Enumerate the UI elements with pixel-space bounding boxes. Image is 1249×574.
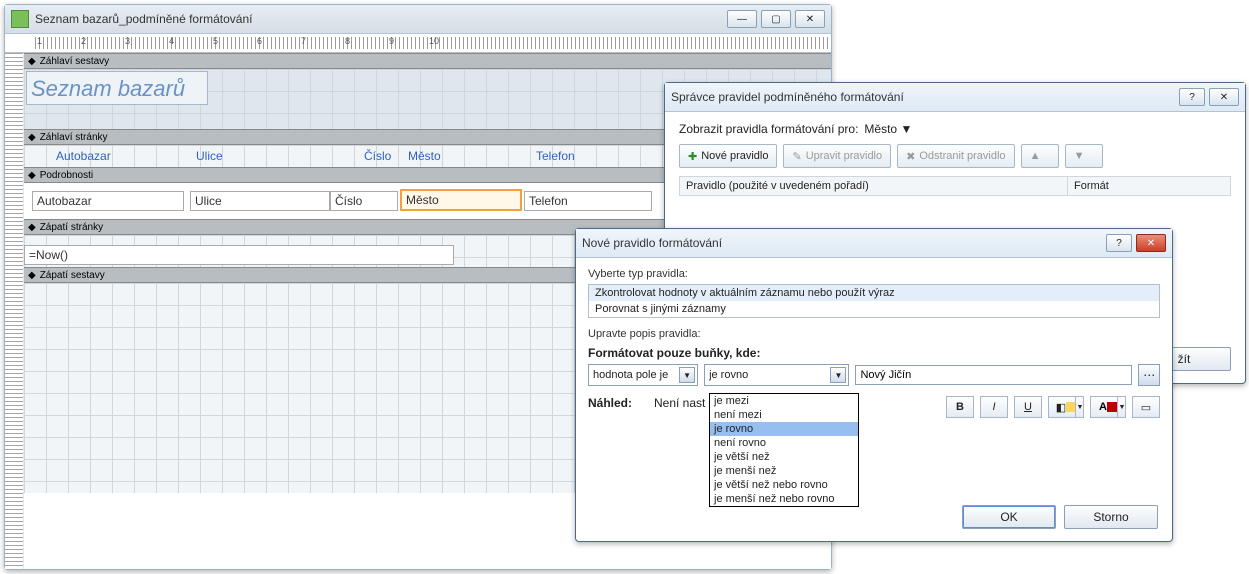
new-rule-label: Nové pravidlo	[701, 150, 768, 162]
select-type-label: Vyberte typ pravidla:	[588, 268, 1160, 280]
detail-field-ulice[interactable]: Ulice	[190, 191, 330, 211]
section-bar-report-header[interactable]: ◆ Záhlaví sestavy	[24, 53, 831, 69]
operator-option[interactable]: je větší než	[710, 450, 858, 464]
rule-type-compare[interactable]: Porovnat s jinými záznamy	[589, 301, 1159, 317]
header-label-cislo[interactable]: Číslo	[360, 147, 395, 165]
close-button[interactable]: ✕	[1209, 88, 1239, 106]
header-label-autobazar[interactable]: Autobazar	[52, 147, 115, 165]
chevron-down-icon: ▼	[900, 122, 912, 136]
collapse-icon: ◆	[28, 170, 36, 181]
edit-desc-label: Upravte popis pravidla:	[588, 328, 1160, 340]
underline-button[interactable]: U	[1014, 396, 1042, 418]
help-button[interactable]: ?	[1106, 234, 1132, 252]
manager-title: Správce pravidel podmíněného formátování	[671, 90, 1175, 104]
minimize-button[interactable]: —	[727, 10, 757, 28]
section-label: Záhlaví sestavy	[40, 56, 109, 67]
designer-title: Seznam bazarů_podmíněné formátování	[35, 12, 723, 26]
report-icon	[11, 10, 29, 28]
collapse-icon: ◆	[28, 132, 36, 143]
vertical-ruler	[5, 53, 24, 569]
edit-rule-button[interactable]: ✎ Upravit pravidlo	[783, 144, 891, 168]
horizontal-ruler: 1 2 3 4 5 6 7 8 9 10	[5, 34, 831, 53]
chevron-down-icon: ▼	[679, 367, 695, 383]
designer-titlebar: Seznam bazarů_podmíněné formátování — ▢ …	[5, 5, 831, 34]
header-label-ulice[interactable]: Ulice	[192, 147, 227, 165]
chevron-down-icon: ▼	[830, 367, 846, 383]
field-condition-combo[interactable]: hodnota pole je ▼	[588, 364, 698, 386]
format-where-label: Formátovat pouze buňky, kde:	[588, 346, 1160, 360]
rule-titlebar: Nové pravidlo formátování ? ✕	[576, 229, 1172, 258]
detail-field-autobazar[interactable]: Autobazar	[32, 191, 184, 211]
close-button[interactable]: ✕	[795, 10, 825, 28]
collapse-icon: ◆	[28, 56, 36, 67]
rule-cancel-button[interactable]: Storno	[1064, 505, 1158, 529]
detail-field-cislo[interactable]: Číslo	[330, 191, 398, 211]
font-color-swatch	[1107, 402, 1117, 412]
field-condition-value: hodnota pole je	[593, 369, 668, 381]
section-label: Podrobnosti	[40, 170, 93, 181]
maximize-button[interactable]: ▢	[761, 10, 791, 28]
format-toolbar: B I U ◧ ▼ A ▼ ▭	[946, 396, 1160, 418]
collapse-icon: ◆	[28, 222, 36, 233]
enable-control-button[interactable]: ▭	[1132, 396, 1160, 418]
rule-title: Nové pravidlo formátování	[582, 236, 1102, 250]
detail-field-mesto[interactable]: Město	[400, 189, 522, 211]
operator-combo[interactable]: je rovno ▼	[704, 364, 849, 386]
operator-option[interactable]: není mezi	[710, 408, 858, 422]
report-title-label[interactable]: Seznam bazarů	[26, 71, 208, 105]
preview-label: Náhled:	[588, 396, 648, 410]
operator-option[interactable]: je větší než nebo rovno	[710, 478, 858, 492]
move-down-button[interactable]: ▼	[1065, 144, 1103, 168]
col-rule-label: Pravidlo (použité v uvedeném pořadí)	[680, 177, 1068, 195]
detail-field-telefon[interactable]: Telefon	[524, 191, 652, 211]
target-field-combo[interactable]: Město ▼	[864, 122, 994, 136]
rule-type-list[interactable]: Zkontrolovat hodnoty v aktuálním záznamu…	[588, 284, 1160, 318]
section-label: Záhlaví stránky	[40, 132, 108, 143]
preview-placeholder: Není nast	[654, 396, 714, 410]
col-format-label: Formát	[1068, 177, 1230, 195]
operator-option[interactable]: je menší než	[710, 464, 858, 478]
edit-rule-icon: ✎	[792, 150, 801, 163]
operator-dropdown-list[interactable]: je mezi není mezi je rovno není rovno je…	[709, 393, 859, 507]
bold-button[interactable]: B	[946, 396, 974, 418]
italic-button[interactable]: I	[980, 396, 1008, 418]
operator-option[interactable]: je mezi	[710, 394, 858, 408]
close-button[interactable]: ✕	[1136, 234, 1166, 252]
footer-field-now[interactable]: =Now()	[24, 245, 454, 265]
new-rule-dialog[interactable]: Nové pravidlo formátování ? ✕ Vyberte ty…	[575, 228, 1173, 542]
header-label-telefon[interactable]: Telefon	[532, 147, 579, 165]
fill-color-button[interactable]: ◧ ▼	[1048, 396, 1084, 418]
show-rules-for-label: Zobrazit pravidla formátování pro:	[679, 122, 858, 136]
font-color-button[interactable]: A ▼	[1090, 396, 1126, 418]
target-field-value: Město	[864, 122, 897, 136]
section-label: Zápatí sestavy	[40, 270, 105, 281]
operator-value: je rovno	[709, 369, 748, 381]
rule-ok-button[interactable]: OK	[962, 505, 1056, 529]
expression-builder-button[interactable]: ⋯	[1138, 364, 1160, 386]
new-rule-icon: ✚	[688, 150, 697, 163]
value-input[interactable]	[855, 365, 1132, 385]
chevron-down-icon[interactable]: ▼	[1117, 396, 1126, 418]
header-label-mesto[interactable]: Město	[404, 147, 445, 165]
delete-rule-label: Odstranit pravidlo	[919, 150, 1005, 162]
help-button[interactable]: ?	[1179, 88, 1205, 106]
operator-option-selected[interactable]: je rovno	[710, 422, 858, 436]
delete-rule-button[interactable]: ✖ Odstranit pravidlo	[897, 144, 1014, 168]
rule-type-check-values[interactable]: Zkontrolovat hodnoty v aktuálním záznamu…	[589, 285, 1159, 301]
section-label: Zápatí stránky	[40, 222, 103, 233]
edit-rule-label: Upravit pravidlo	[806, 150, 882, 162]
delete-rule-icon: ✖	[906, 150, 915, 163]
bucket-icon: ◧	[1056, 401, 1066, 414]
manager-titlebar: Správce pravidel podmíněného formátování…	[665, 83, 1245, 112]
new-rule-button[interactable]: ✚ Nové pravidlo	[679, 144, 777, 168]
rules-grid-header: Pravidlo (použité v uvedeném pořadí) For…	[679, 176, 1231, 196]
operator-option[interactable]: je menší než nebo rovno	[710, 492, 858, 506]
chevron-down-icon[interactable]: ▼	[1075, 396, 1084, 418]
operator-option[interactable]: není rovno	[710, 436, 858, 450]
move-up-button[interactable]: ▲	[1021, 144, 1059, 168]
collapse-icon: ◆	[28, 270, 36, 281]
